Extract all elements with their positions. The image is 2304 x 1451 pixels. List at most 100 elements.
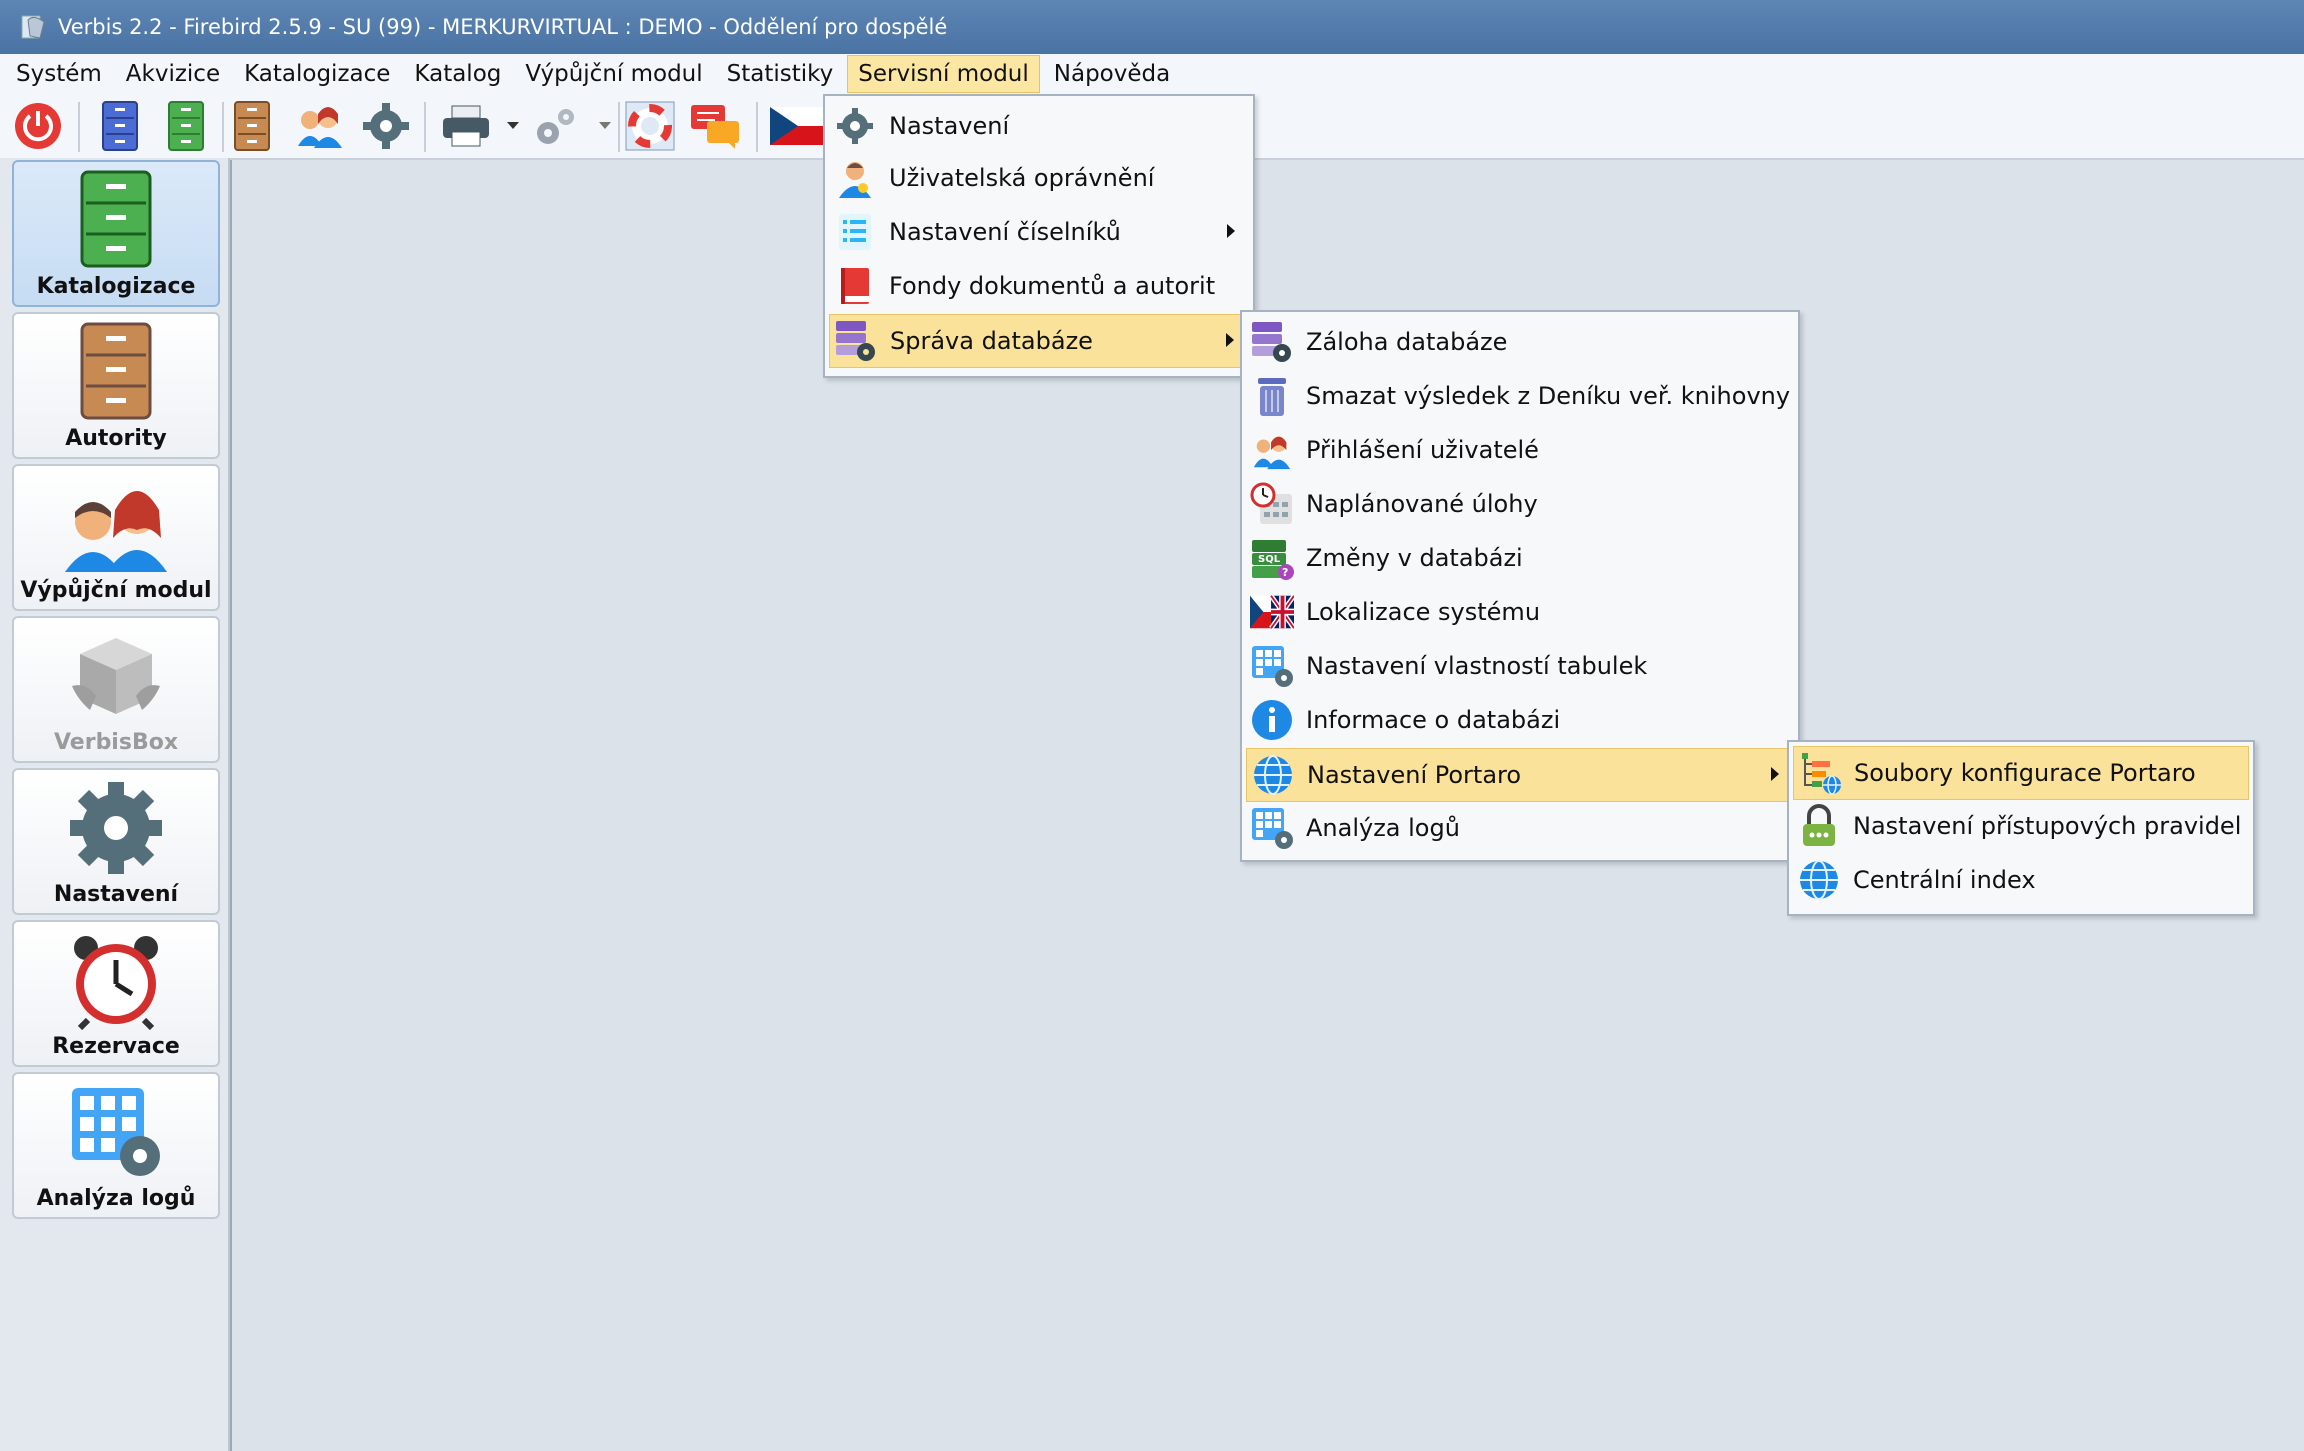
menu-item-uzivatelska-opravneni[interactable]: Uživatelská oprávnění: [829, 152, 1249, 204]
menu-item-nastaveni-vlastnosti-tabulek[interactable]: Nastavení vlastností tabulek: [1246, 640, 1794, 692]
submenu-arrow-icon: [1227, 224, 1235, 238]
menu-item-zmeny-v-databazi[interactable]: SQL? Změny v databázi: [1246, 532, 1794, 584]
globe-icon: [1254, 755, 1292, 795]
gear-icon: [837, 108, 873, 144]
title-bar: Verbis 2.2 - Firebird 2.5.9 - SU (99) - …: [0, 0, 2304, 54]
sidebar-item-rezervace[interactable]: Rezervace: [12, 920, 220, 1067]
menu-katalog[interactable]: Katalog: [404, 56, 511, 92]
nastaveni-portaro-submenu: Soubory konfigurace Portaro Nastavení př…: [1787, 740, 2255, 916]
sidebar-label: VerbisBox: [53, 730, 179, 755]
menu-napoveda[interactable]: Nápověda: [1044, 56, 1180, 92]
print-dropdown[interactable]: [502, 98, 524, 154]
servis-modul-menu: Nastavení Uživatelská oprávnění Nastaven…: [823, 94, 1255, 378]
menu-item-nastaveni-ciselniku[interactable]: Nastavení číselníků: [829, 206, 1249, 258]
book-icon: [841, 268, 869, 304]
users-icon: [65, 491, 167, 572]
menu-item-naplanovane-ulohy[interactable]: Naplánované úlohy: [1246, 478, 1794, 530]
menu-item-nastaveni[interactable]: Nastavení: [829, 100, 1249, 152]
sidebar: Katalogizace Autority Výpůjční modul Ver…: [0, 158, 230, 1451]
menu-akvizice[interactable]: Akvizice: [116, 56, 230, 92]
help-button[interactable]: [620, 98, 680, 154]
chevron-down-icon: [507, 122, 519, 129]
power-icon: [15, 103, 61, 149]
tools-button[interactable]: [526, 98, 586, 154]
menu-bar: Systém Akvizice Katalogizace Katalog Výp…: [0, 54, 2304, 95]
sidebar-item-katalogizace[interactable]: Katalogizace: [12, 160, 220, 307]
database-gear-icon: [1252, 322, 1291, 362]
tools-dropdown[interactable]: [594, 98, 616, 154]
printer-icon: [443, 105, 489, 147]
lock-icon: [1803, 804, 1835, 846]
chevron-down-icon: [599, 122, 611, 129]
sql-icon: SQL?: [1252, 540, 1294, 580]
language-button[interactable]: [768, 98, 828, 154]
menu-item-prihlaseni-uzivatele[interactable]: Přihlášení uživatelé: [1246, 424, 1794, 476]
sidebar-item-analyza-logu[interactable]: Analýza logů: [12, 1072, 220, 1219]
lifebuoy-icon: [625, 101, 675, 151]
gear-icon: [363, 103, 409, 149]
green-cabinet-icon: [80, 170, 152, 268]
sidebar-item-autority[interactable]: Autority: [12, 312, 220, 459]
submenu-arrow-icon: [1771, 767, 1779, 781]
sidebar-item-nastaveni[interactable]: Nastavení: [12, 768, 220, 915]
sidebar-item-vypujcni-modul[interactable]: Výpůjční modul: [12, 464, 220, 611]
menu-item-informace-o-databazi[interactable]: Informace o databázi: [1246, 694, 1794, 746]
settings-button[interactable]: [356, 98, 416, 154]
box-icon: [72, 638, 160, 714]
flags-icon: [1250, 595, 1294, 629]
brown-cabinet-icon: [234, 101, 270, 151]
messages-button[interactable]: [686, 98, 746, 154]
chat-icon: [691, 105, 739, 149]
trash-icon: [1258, 378, 1286, 416]
users-button[interactable]: [290, 98, 350, 154]
sidebar-item-verbisbox[interactable]: VerbisBox: [12, 616, 220, 763]
brown-cabinet-icon: [80, 322, 152, 420]
grid-gear-icon: [72, 1088, 160, 1176]
svg-text:SQL: SQL: [1258, 554, 1281, 565]
print-button[interactable]: [436, 98, 496, 154]
menu-katalogizace[interactable]: Katalogizace: [234, 56, 400, 92]
globe-icon: [1800, 860, 1838, 900]
menu-item-nastaveni-portaro[interactable]: Nastavení Portaro: [1246, 748, 1794, 802]
power-button[interactable]: [8, 98, 68, 154]
sidebar-label: Rezervace: [52, 1034, 180, 1059]
blue-cabinet-button[interactable]: [90, 98, 150, 154]
sidebar-label: Autority: [65, 426, 167, 451]
tree-globe-icon: [1802, 753, 1841, 795]
table-gear-icon: [1252, 646, 1293, 687]
user-icon: [839, 162, 871, 198]
app-icon: [21, 15, 45, 39]
table-gear-icon: [1252, 808, 1293, 849]
menu-vypujcni-modul[interactable]: Výpůjční modul: [515, 56, 712, 92]
sprava-databaze-submenu: Záloha databáze Smazat výsledek z Deníku…: [1240, 310, 1800, 862]
menu-system[interactable]: Systém: [6, 56, 112, 92]
menu-servisni-modul[interactable]: Servisní modul: [847, 55, 1040, 93]
blue-cabinet-icon: [102, 101, 138, 151]
menu-item-smazat-vysledek[interactable]: Smazat výsledek z Deníku veř. knihovny: [1246, 370, 1794, 422]
menu-item-soubory-konfigurace-portaro[interactable]: Soubory konfigurace Portaro: [1793, 746, 2249, 800]
svg-text:?: ?: [1282, 566, 1288, 579]
menu-item-nastaveni-pristupovych-pravidel[interactable]: Nastavení přístupových pravidel: [1793, 800, 2249, 852]
gears-icon: [537, 109, 574, 144]
menu-item-zaloha-databaze[interactable]: Záloha databáze: [1246, 316, 1794, 368]
users-icon: [1253, 436, 1291, 470]
menu-statistiky[interactable]: Statistiky: [717, 56, 844, 92]
users-icon: [298, 107, 342, 148]
sidebar-label: Nastavení: [53, 882, 179, 907]
database-gear-icon: [836, 321, 875, 361]
menu-item-analyza-logu[interactable]: Analýza logů: [1246, 802, 1794, 854]
menu-item-sprava-databaze[interactable]: Správa databáze: [829, 314, 1249, 368]
sidebar-label: Katalogizace: [36, 274, 196, 299]
czech-flag-icon: [770, 107, 826, 145]
list-icon: [839, 214, 871, 250]
sidebar-label: Výpůjční modul: [20, 578, 212, 603]
green-cabinet-button[interactable]: [156, 98, 216, 154]
gear-icon: [70, 782, 162, 874]
calendar-clock-icon: [1250, 482, 1292, 524]
sidebar-label: Analýza logů: [36, 1186, 196, 1211]
menu-item-centralni-index[interactable]: Centrální index: [1793, 854, 2249, 906]
window-title: Verbis 2.2 - Firebird 2.5.9 - SU (99) - …: [58, 15, 948, 39]
menu-item-lokalizace-systemu[interactable]: Lokalizace systému: [1246, 586, 1794, 638]
menu-item-fondy[interactable]: Fondy dokumentů a autorit: [829, 260, 1249, 312]
brown-cabinet-button[interactable]: [222, 98, 282, 154]
